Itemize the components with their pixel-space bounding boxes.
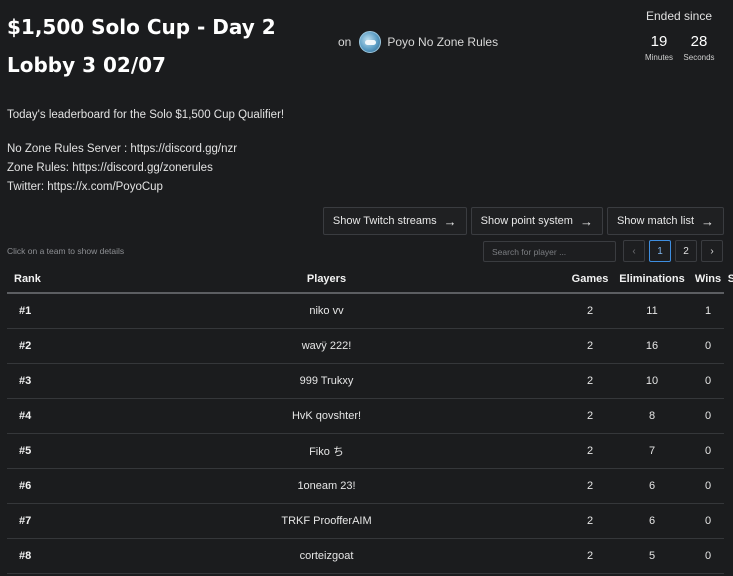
- description-line: No Zone Rules Server : https://discord.g…: [7, 143, 238, 155]
- rank-cell: #6: [19, 480, 32, 492]
- games-cell: 2: [586, 515, 594, 527]
- score-header[interactable]: Score: [724, 273, 733, 285]
- lobby-page: $1,500 Solo Cup - Day 2 Lobby 3 02/07 on…: [0, 0, 733, 576]
- description-line: Zone Rules: https://discord.gg/zonerules: [7, 162, 213, 174]
- games-cell: 2: [586, 410, 594, 422]
- ended-label: Ended since: [645, 9, 713, 23]
- on-label: on: [338, 35, 352, 49]
- table-row[interactable]: #5 Fiko ち 2 7 0 0: [7, 434, 724, 469]
- eliminations-cell: 16: [645, 340, 659, 352]
- organizer[interactable]: on Poyo No Zone Rules: [338, 31, 498, 53]
- score-cell: 0: [724, 410, 733, 422]
- rank-cell: #5: [19, 445, 32, 457]
- rank-cell: #4: [19, 410, 32, 422]
- arrow-right-icon: →: [579, 213, 593, 229]
- player-cell: 999 Trukxy: [299, 375, 354, 387]
- score-cell: 0: [724, 375, 733, 387]
- eliminations-cell: 11: [646, 305, 658, 317]
- rank-cell: #2: [19, 340, 32, 352]
- games-cell: 2: [586, 480, 594, 492]
- arrow-right-icon: →: [443, 213, 457, 229]
- player-cell: Fiko ち: [309, 446, 344, 458]
- next-page-button[interactable]: ›: [701, 240, 723, 262]
- minutes-value: 19: [650, 33, 668, 50]
- score-cell: 0: [724, 480, 733, 492]
- wins-cell: 1: [704, 305, 712, 317]
- score-cell: 0: [724, 515, 733, 527]
- show-point-system-button[interactable]: Show point system →: [470, 207, 603, 235]
- eliminations-cell: 7: [648, 445, 656, 457]
- show-match-list-button[interactable]: Show match list →: [606, 207, 724, 235]
- games-cell: 2: [586, 445, 594, 457]
- score-cell: 100: [724, 305, 733, 317]
- org-logo-icon: [359, 31, 382, 53]
- description-line: Today's leaderboard for the Solo $1,500 …: [7, 109, 285, 121]
- eliminations-header[interactable]: Eliminations: [612, 273, 692, 285]
- minutes-label: Minutes: [644, 53, 673, 62]
- games-cell: 2: [586, 340, 594, 352]
- eliminations-cell: 5: [648, 550, 656, 562]
- table-row[interactable]: #3 999 Trukxy 2 10 0 0: [7, 364, 724, 399]
- wins-cell: 0: [704, 550, 712, 562]
- table-hint: Click on a team to show details: [7, 246, 125, 256]
- player-cell: 1oneam 23!: [297, 480, 356, 492]
- pagination: ‹ 1 2 ›: [623, 240, 723, 262]
- table-row[interactable]: #1 niko vv 2 11 1 100: [7, 294, 724, 329]
- prev-page-button[interactable]: ‹: [623, 240, 645, 262]
- leaderboard-table: Rank Players Games Eliminations Wins Sco…: [7, 265, 733, 574]
- wins-cell: 0: [704, 375, 712, 387]
- org-name[interactable]: Poyo No Zone Rules: [387, 35, 498, 49]
- player-cell: HvK qovshter!: [291, 410, 362, 422]
- games-cell: 2: [586, 305, 594, 317]
- players-header: Players: [306, 272, 347, 285]
- score-cell: 0: [724, 340, 733, 352]
- eliminations-cell: 8: [648, 410, 656, 422]
- show-twitch-streams-button[interactable]: Show Twitch streams →: [322, 207, 467, 235]
- wins-cell: 0: [704, 410, 712, 422]
- button-label: Show Twitch streams: [332, 215, 437, 227]
- wins-header[interactable]: Wins: [692, 273, 724, 285]
- description-line: Twitter: https://x.com/PoyoCup: [7, 181, 163, 193]
- seconds-label: Seconds: [683, 53, 715, 62]
- description: Today's leaderboard for the Solo $1,500 …: [7, 106, 284, 197]
- wins-cell: 0: [704, 515, 712, 527]
- games-cell: 2: [586, 550, 594, 562]
- button-label: Show match list: [616, 215, 694, 227]
- seconds-value: 28: [690, 33, 708, 50]
- eliminations-cell: 6: [648, 480, 656, 492]
- rank-header[interactable]: Rank: [7, 273, 47, 285]
- table-row[interactable]: #7 TRKF ProofferAIM 2 6 0 0: [7, 504, 724, 539]
- table-header: Rank Players Games Eliminations Wins Sco…: [7, 265, 733, 294]
- rank-cell: #7: [19, 515, 32, 527]
- rank-cell: #8: [19, 550, 32, 562]
- button-label: Show point system: [480, 215, 573, 227]
- action-buttons: Show Twitch streams → Show point system …: [322, 207, 724, 235]
- ended-timer: Ended since 19 Minutes 28 Seconds: [639, 9, 719, 62]
- page-title: $1,500 Solo Cup - Day 2 Lobby 3 02/07: [7, 15, 276, 77]
- table-row[interactable]: #2 wavÿ 222! 2 16 0 0: [7, 329, 724, 364]
- table-row[interactable]: #4 HvK qovshter! 2 8 0 0: [7, 399, 724, 434]
- player-cell: niko vv: [309, 305, 344, 317]
- arrow-right-icon: →: [701, 213, 714, 229]
- player-cell: wavÿ 222!: [301, 340, 352, 352]
- player-search-input[interactable]: [483, 241, 616, 262]
- rank-cell: #3: [19, 375, 32, 387]
- games-cell: 2: [586, 375, 594, 387]
- rank-cell: #1: [19, 305, 32, 317]
- wins-cell: 0: [704, 445, 712, 457]
- table-row[interactable]: #6 1oneam 23! 2 6 0 0: [7, 469, 724, 504]
- eliminations-cell: 6: [648, 515, 656, 527]
- games-header[interactable]: Games: [568, 273, 612, 285]
- score-cell: 0: [724, 550, 733, 562]
- player-cell: corteizgoat: [299, 550, 354, 562]
- eliminations-cell: 10: [645, 375, 659, 387]
- page-1-button[interactable]: 1: [649, 240, 671, 262]
- score-cell: 0: [724, 445, 733, 457]
- wins-cell: 0: [704, 340, 712, 352]
- player-cell: TRKF ProofferAIM: [281, 515, 372, 527]
- table-row[interactable]: #8 corteizgoat 2 5 0 0: [7, 539, 724, 574]
- page-2-button[interactable]: 2: [675, 240, 697, 262]
- wins-cell: 0: [704, 480, 712, 492]
